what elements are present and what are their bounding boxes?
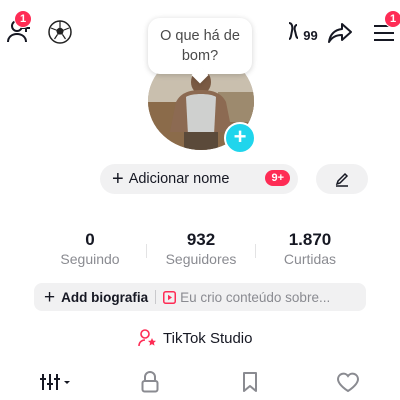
bookmark-icon [243, 372, 257, 392]
add-name-label: Adicionar nome [128, 171, 230, 187]
following-label: Seguindo [60, 251, 120, 267]
stats-divider [146, 244, 147, 258]
add-name-button[interactable]: + Adicionar nome 9+ [100, 164, 298, 194]
bio-separator [155, 290, 157, 304]
status-bubble[interactable]: O que há de bom? [148, 18, 252, 74]
profile-views-count: 99 [303, 27, 318, 43]
tiktok-studio-link[interactable]: TikTok Studio [138, 328, 252, 348]
heart-icon [336, 372, 360, 393]
studio-person-icon [138, 329, 156, 347]
play-video-icon [163, 290, 177, 304]
studio-label: TikTok Studio [163, 329, 253, 347]
plus-icon: + [44, 286, 56, 308]
likes-label: Curtidas [283, 251, 337, 267]
likes-count[interactable]: 1.870 [260, 230, 360, 250]
add-avatar-button[interactable]: + [224, 122, 256, 154]
profile-views-button[interactable]: 99 [284, 20, 320, 44]
plus-icon: + [112, 168, 124, 190]
share-button[interactable] [326, 20, 354, 46]
share-icon [328, 23, 352, 43]
bubble-line2: bom? [181, 48, 219, 64]
bio-suggestion[interactable]: Eu crio conteúdo sobre... [180, 290, 330, 305]
tab-videos[interactable] [38, 370, 74, 394]
notification-badge: 9+ [265, 170, 290, 186]
stats-divider [255, 244, 256, 258]
tab-liked[interactable] [334, 370, 362, 394]
bubble-line1: O que há de [160, 28, 240, 44]
edit-profile-button[interactable] [316, 164, 368, 194]
menu-badge: 1 [384, 10, 400, 28]
followers-label: Seguidores [165, 251, 237, 267]
lock-icon [141, 371, 159, 393]
grid-filter-icon [40, 374, 70, 390]
soccer-ball-icon[interactable] [46, 18, 74, 46]
footprints-icon [289, 22, 299, 40]
following-count[interactable]: 0 [40, 230, 140, 250]
tab-saved[interactable] [238, 370, 262, 394]
friends-badge: 1 [14, 10, 32, 28]
tab-private[interactable] [138, 370, 162, 394]
followers-count[interactable]: 932 [151, 230, 251, 250]
pencil-icon [335, 172, 349, 187]
bio-bar[interactable]: + Add biografia Eu crio conteúdo sobre..… [34, 283, 366, 311]
add-bio-label[interactable]: Add biografia [61, 290, 148, 305]
plus-icon: + [233, 124, 247, 149]
